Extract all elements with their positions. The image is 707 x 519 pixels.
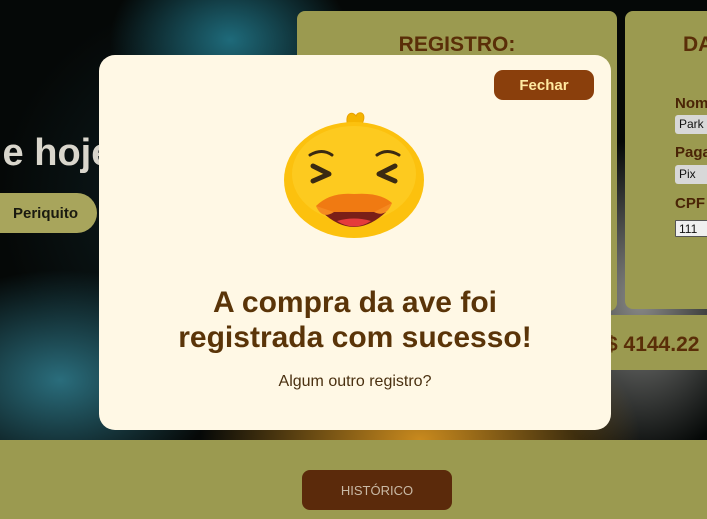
modal-subtitle: Algum outro registro? [278, 373, 432, 390]
modal-title-line2: registrada com sucesso! [178, 321, 532, 354]
happy-duck-icon [284, 112, 424, 238]
modal-title: A compra da ave foi registrada com suces… [99, 285, 611, 355]
success-modal: Fechar A compra da ave foi registrada co… [99, 55, 611, 430]
close-button[interactable]: Fechar [494, 70, 594, 100]
modal-overlay: Fechar A compra da ave foi registrada co… [0, 0, 707, 519]
modal-title-line1: A compra da ave foi [213, 286, 497, 319]
